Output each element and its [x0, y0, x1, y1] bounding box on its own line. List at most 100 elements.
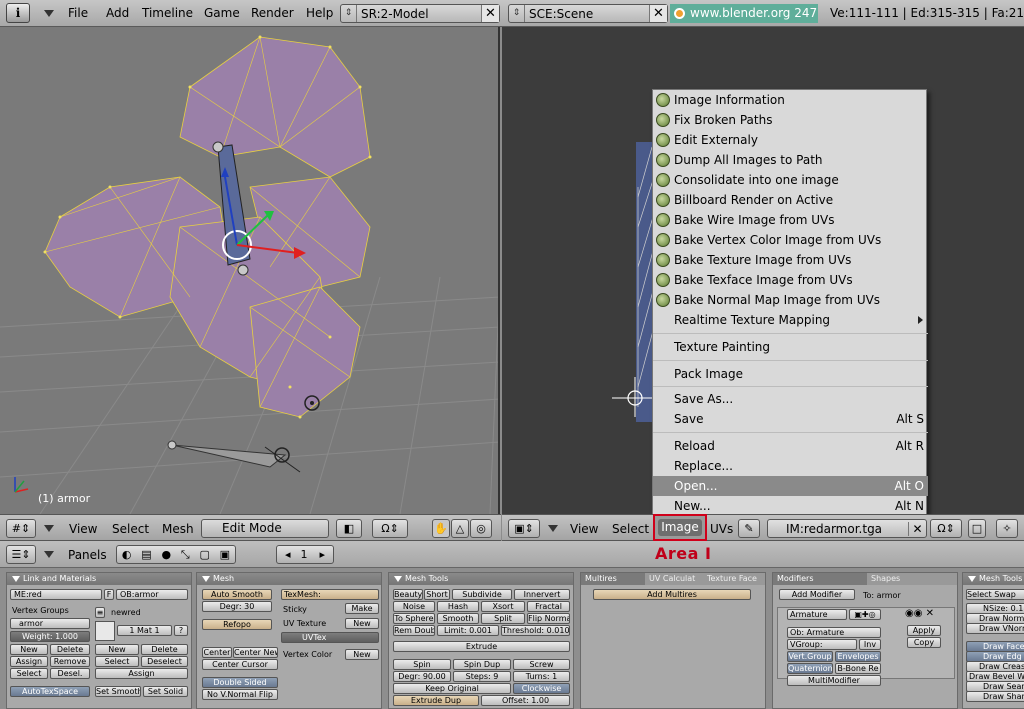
- vgroup-delete-button[interactable]: Delete: [50, 644, 90, 655]
- envelopes-toggle[interactable]: Envelopes: [835, 651, 881, 662]
- set-solid-button[interactable]: Set Solid: [143, 686, 188, 697]
- menu-select[interactable]: Select: [112, 522, 149, 536]
- menu-item-open[interactable]: Open... Alt O: [653, 476, 928, 496]
- vgroup-deselect-button[interactable]: Desel.: [50, 668, 90, 679]
- vgroup-field[interactable]: VGroup:: [787, 639, 857, 650]
- tab-modifiers[interactable]: Modifiers: [773, 573, 867, 585]
- weight-field[interactable]: Weight: 1.000: [10, 631, 90, 642]
- menu-item-billboard-render-on-active[interactable]: Billboard Render on Active: [653, 190, 928, 210]
- menu-item-consolidate-into-one-image[interactable]: Consolidate into one image: [653, 170, 928, 190]
- image-name-field[interactable]: IM:redarmor.tga ✕: [767, 519, 927, 538]
- tab-multires[interactable]: Multires: [581, 573, 645, 585]
- clockwise-toggle[interactable]: Clockwise: [513, 683, 570, 694]
- steps-field[interactable]: Steps: 9: [453, 671, 511, 682]
- updown-arrows-icon[interactable]: ⇕: [341, 5, 357, 22]
- scene-name[interactable]: SCE:Scene: [525, 7, 649, 21]
- vert-group-toggle[interactable]: Vert.Group: [787, 651, 833, 662]
- short-toggle[interactable]: Short: [424, 589, 450, 600]
- vgroup-assign-button[interactable]: Assign: [10, 656, 48, 667]
- vgroup-select-button[interactable]: Select: [10, 668, 48, 679]
- rotate-manipulator-icon[interactable]: △: [451, 519, 469, 538]
- logic-icon[interactable]: ◐: [122, 548, 132, 561]
- camera-object[interactable]: [167, 440, 301, 473]
- material-select-button[interactable]: Select: [95, 656, 139, 667]
- material-index-field[interactable]: 1 Mat 1: [117, 625, 172, 636]
- material-new-button[interactable]: New: [95, 644, 139, 655]
- uv-sync-icon[interactable]: ✧: [996, 519, 1018, 538]
- modifier-name[interactable]: Armature: [787, 609, 847, 620]
- image-menu-button[interactable]: Image: [653, 514, 707, 541]
- copy-button[interactable]: Copy: [907, 637, 941, 648]
- menu-render[interactable]: Render: [251, 6, 294, 20]
- menu-item-pack-image[interactable]: Pack Image: [653, 364, 928, 384]
- noise-button[interactable]: Noise: [393, 601, 435, 612]
- menu-help[interactable]: Help: [306, 6, 333, 20]
- hash-button[interactable]: Hash: [437, 601, 479, 612]
- armature-object-field[interactable]: Ob: Armature: [787, 627, 881, 638]
- menu-file[interactable]: File: [68, 6, 88, 20]
- updown-arrows-icon[interactable]: ⇕: [509, 5, 525, 22]
- vgroup-new-button[interactable]: New: [10, 644, 48, 655]
- scene-selector[interactable]: ⇕ SCE:Scene ✕: [508, 4, 668, 23]
- rem-doubles-button[interactable]: Rem Doubl: [393, 625, 435, 636]
- modifier-visibility-icons[interactable]: ▣✚◎: [849, 609, 881, 620]
- menu-item-replace[interactable]: Replace...: [653, 456, 928, 476]
- scale-manipulator-icon[interactable]: ◎: [470, 519, 492, 538]
- screen-name[interactable]: SR:2-Model: [357, 7, 481, 21]
- menu-item-dump-all-images-to-path[interactable]: Dump All Images to Path: [653, 150, 928, 170]
- spin-degr-field[interactable]: Degr: 90.00: [393, 671, 451, 682]
- degr-field[interactable]: Degr: 30: [202, 601, 272, 612]
- image-editor-type-icon[interactable]: ▣⇕: [508, 519, 540, 538]
- mode-selector[interactable]: Edit Mode: [201, 519, 329, 538]
- material-deselect-button[interactable]: Deselect: [141, 656, 188, 667]
- object-name-field[interactable]: OB:armor: [116, 589, 188, 600]
- menu-item-save-as[interactable]: Save As...: [653, 389, 928, 409]
- multimodifier-toggle[interactable]: MultiModifier: [787, 675, 881, 686]
- menu-item-image-information[interactable]: Image Information: [653, 90, 928, 110]
- 3d-scene[interactable]: [0, 27, 500, 514]
- image-name[interactable]: IM:redarmor.tga: [768, 522, 908, 536]
- limit-field[interactable]: Limit: 0.001: [437, 625, 499, 636]
- fractal-button[interactable]: Fractal: [527, 601, 570, 612]
- split-button[interactable]: Split: [481, 613, 525, 624]
- frame-field[interactable]: ◂ 1 ▸: [276, 545, 334, 564]
- uvtex-layer[interactable]: UVTex: [281, 632, 379, 643]
- vgroup-remove-button[interactable]: Remove: [50, 656, 90, 667]
- center-new-button[interactable]: Center New: [233, 647, 278, 658]
- mesh-name-field[interactable]: ME:red: [10, 589, 102, 600]
- frame-number[interactable]: 1: [301, 548, 308, 561]
- fake-user-button[interactable]: F: [104, 589, 114, 600]
- panel-title[interactable]: Mesh Tools: [963, 573, 1024, 585]
- pivot-icon[interactable]: Ω⇕: [372, 519, 408, 538]
- paint-brush-icon[interactable]: ✎: [738, 519, 760, 538]
- vertex-color-new-button[interactable]: New: [345, 649, 379, 660]
- script-icon[interactable]: ▤: [141, 548, 151, 561]
- tab-texture-face[interactable]: Texture Face: [703, 573, 765, 585]
- material-help-button[interactable]: ?: [174, 625, 188, 636]
- screen-selector[interactable]: ⇕ SR:2-Model ✕: [340, 4, 500, 23]
- close-icon[interactable]: ✕: [649, 5, 667, 22]
- uv-texture-new-button[interactable]: New: [345, 618, 379, 629]
- double-sided-button[interactable]: Double Sided: [202, 677, 278, 688]
- header-collapse-icon[interactable]: [44, 525, 54, 532]
- object-icon[interactable]: ⤡: [181, 548, 190, 562]
- material-color-swatch[interactable]: [95, 621, 115, 641]
- subdivide-button[interactable]: Subdivide: [452, 589, 512, 600]
- menu-item-bake-wire-image-from-uvs[interactable]: Bake Wire Image from UVs: [653, 210, 928, 230]
- tab-shapes[interactable]: Shapes: [867, 573, 957, 585]
- bbone-toggle[interactable]: B-Bone Re: [835, 663, 881, 674]
- close-icon[interactable]: ✕: [481, 5, 499, 22]
- menu-item-fix-broken-paths[interactable]: Fix Broken Paths: [653, 110, 928, 130]
- menu-timeline[interactable]: Timeline: [142, 6, 193, 20]
- buttons-editor-type-icon[interactable]: ☰⇕: [6, 545, 36, 564]
- armor-mesh[interactable]: [44, 36, 371, 418]
- invert-toggle[interactable]: Inv: [859, 639, 881, 650]
- extrude-dup-button[interactable]: Extrude Dup: [393, 695, 479, 706]
- menu-item-realtime-texture-mapping[interactable]: Realtime Texture Mapping: [653, 310, 928, 330]
- auto-smooth-button[interactable]: Auto Smooth: [202, 589, 272, 600]
- apply-button[interactable]: Apply: [907, 625, 941, 636]
- draw-type-icon[interactable]: ◧: [336, 519, 362, 538]
- menu-game[interactable]: Game: [204, 6, 240, 20]
- menu-item-texture-painting[interactable]: Texture Painting: [653, 337, 928, 357]
- menu-add[interactable]: Add: [106, 6, 129, 20]
